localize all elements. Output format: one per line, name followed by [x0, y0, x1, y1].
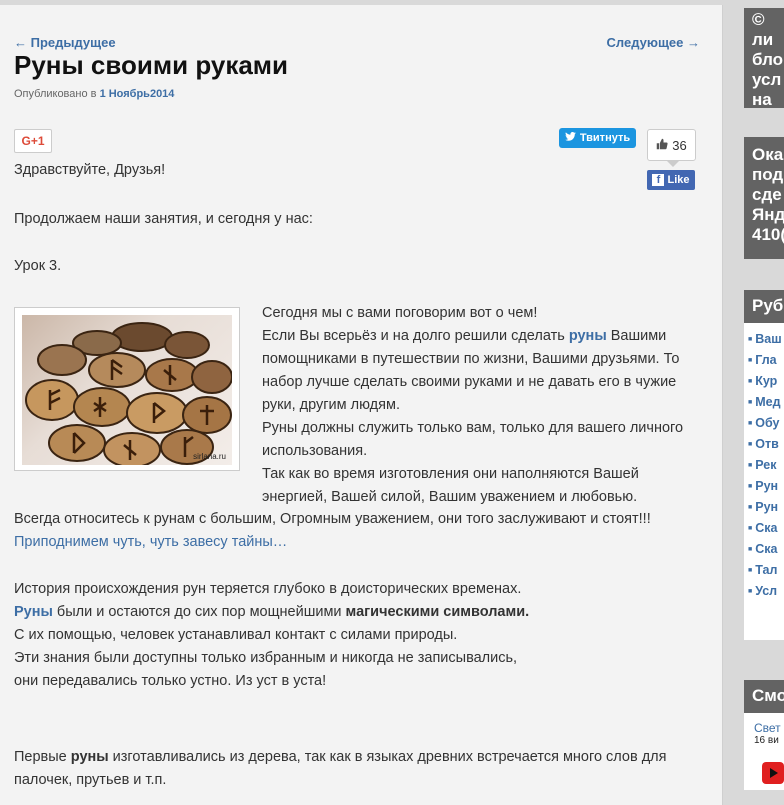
history-line-5: они передавались только устно. Из уст в …: [14, 673, 327, 689]
wooden-runes-illustration: [25, 322, 232, 465]
copyright-line: бло: [752, 50, 784, 69]
rubric-item[interactable]: Кур: [744, 371, 784, 392]
rubric-item[interactable]: Усл: [744, 581, 784, 602]
read-more-link[interactable]: Приподнимем чуть, чуть завесу тайны…: [14, 531, 287, 554]
facebook-like-button[interactable]: f Like: [647, 170, 695, 190]
facebook-like-count: 36: [647, 129, 696, 167]
first-runes-paragraph: Первые руны изготавливались из дерева, т…: [14, 746, 714, 792]
rubric-item[interactable]: Тал: [744, 560, 784, 581]
image-watermark: sirlana.ru: [193, 452, 226, 461]
magic-symbols-text: магическими символами.: [345, 604, 530, 620]
first-runes-text-b: изготавливались из дерева, так как в язы…: [14, 749, 667, 788]
youtube-play-icon[interactable]: [762, 762, 784, 784]
lesson-text: Урок 3.: [14, 258, 62, 274]
runes-image: sirlana.ru: [14, 307, 240, 471]
post-meta: Опубликовано в 1 Ноябрь2014: [14, 88, 174, 100]
tweet-label: Твитнуть: [579, 132, 631, 144]
rubric-item[interactable]: Рек: [744, 455, 784, 476]
runes-link-2[interactable]: Руны: [14, 604, 53, 620]
support-line: под: [752, 165, 784, 184]
rubric-item[interactable]: Ска: [744, 539, 784, 560]
rubric-item[interactable]: Ска: [744, 518, 784, 539]
rubric-item[interactable]: Отв: [744, 434, 784, 455]
published-label: Опубликовано в: [14, 88, 97, 100]
rubric-item[interactable]: Рун: [744, 497, 784, 518]
runes-photo: sirlana.ru: [22, 315, 232, 465]
watch-title: Смо: [744, 680, 784, 713]
sidebar-watch-box: Смо Свет 16 ви: [744, 680, 784, 790]
history-line-1: История происхождения рун теряется глубо…: [14, 581, 522, 597]
side-paragraph-2: Если Вы всерьёз и на долго решили сделат…: [262, 325, 706, 417]
greeting-text: Здравствуйте, Друзья!: [14, 162, 166, 178]
next-post-link[interactable]: Следующее →: [607, 35, 701, 50]
history-line-4: Эти знания были доступны только избранны…: [14, 650, 518, 666]
watch-item-views: 16 ви: [754, 735, 779, 746]
image-side-text: Сегодня мы с вами поговорим вот о чем! Е…: [262, 302, 706, 509]
rubric-item[interactable]: Рун: [744, 476, 784, 497]
sidebar-copyright-text: © ли бло усл на з: [744, 8, 784, 108]
published-date-link[interactable]: 1 Ноябрь2014: [100, 88, 175, 100]
side-paragraph-1: Сегодня мы с вами поговорим вот о чем!: [262, 305, 538, 321]
previous-post-link[interactable]: ← Предыдущее: [14, 35, 116, 50]
sidebar-rubrics-box: Рубр Ваш Гла Кур Мед Обу Отв Рек Рун Рун…: [744, 290, 784, 640]
support-line: 410(: [752, 225, 784, 244]
side-paragraph-4: Так как во время изготовления они наполн…: [262, 466, 639, 505]
rubrics-title: Рубр: [744, 290, 784, 323]
sidebar: © ли бло усл на з Ока под сде Янд 410( Р…: [744, 0, 784, 790]
intro-text: Продолжаем наши занятия, и сегодня у нас…: [14, 211, 313, 227]
rubric-item[interactable]: Обу: [744, 413, 784, 434]
history-block: История происхождения рун теряется глубо…: [14, 578, 714, 693]
support-line: Ока: [752, 145, 784, 164]
support-line: сде: [752, 185, 782, 204]
history-line-2-text: были и остаются до сих пор мощнейшими: [52, 604, 346, 620]
copyright-line: усл: [752, 70, 782, 89]
tweet-button[interactable]: Твитнуть: [559, 128, 636, 148]
sidebar-support-box: Ока под сде Янд 410(: [744, 137, 784, 259]
copyright-line: © ли: [752, 10, 774, 49]
rubrics-list: Ваш Гла Кур Мед Обу Отв Рек Рун Рун Ска …: [744, 323, 784, 602]
twitter-bird-icon: [564, 132, 576, 144]
rubric-item[interactable]: Мед: [744, 392, 784, 413]
first-runes-text-a: Первые: [14, 749, 71, 765]
support-line: Янд: [752, 205, 784, 224]
gplus-button[interactable]: G+1: [14, 129, 52, 153]
history-line-2: Руны были и остаются до сих пор мощнейши…: [14, 601, 714, 624]
main-content: ← Предыдущее Следующее → Руны своими рук…: [0, 5, 723, 805]
watch-item-title[interactable]: Свет: [744, 713, 784, 735]
side-p2-text-a: Если Вы всерьёз и на долго решили сделат…: [262, 328, 569, 344]
side-paragraph-3: Руны должны служить только вам, только д…: [262, 420, 684, 459]
post-title: Руны своими руками: [14, 50, 289, 80]
thumbs-up-icon: [656, 138, 668, 153]
rubric-item[interactable]: Ваш: [744, 329, 784, 350]
runes-link[interactable]: руны: [569, 328, 607, 344]
rubric-item[interactable]: Гла: [744, 350, 784, 371]
sidebar-copyright-box: © ли бло усл на з: [744, 8, 784, 108]
respect-text: Всегда относитесь к рунам с большим, Огр…: [14, 511, 651, 527]
copyright-line: на з: [752, 90, 772, 108]
facebook-icon: f: [652, 174, 665, 186]
facebook-like-label: Like: [667, 174, 690, 186]
sidebar-support-text: Ока под сде Янд 410(: [744, 137, 784, 259]
runes-bold: руны: [70, 749, 109, 765]
history-line-3: С их помощью, человек устанавливал конта…: [14, 627, 458, 643]
like-count: 36: [672, 137, 687, 153]
